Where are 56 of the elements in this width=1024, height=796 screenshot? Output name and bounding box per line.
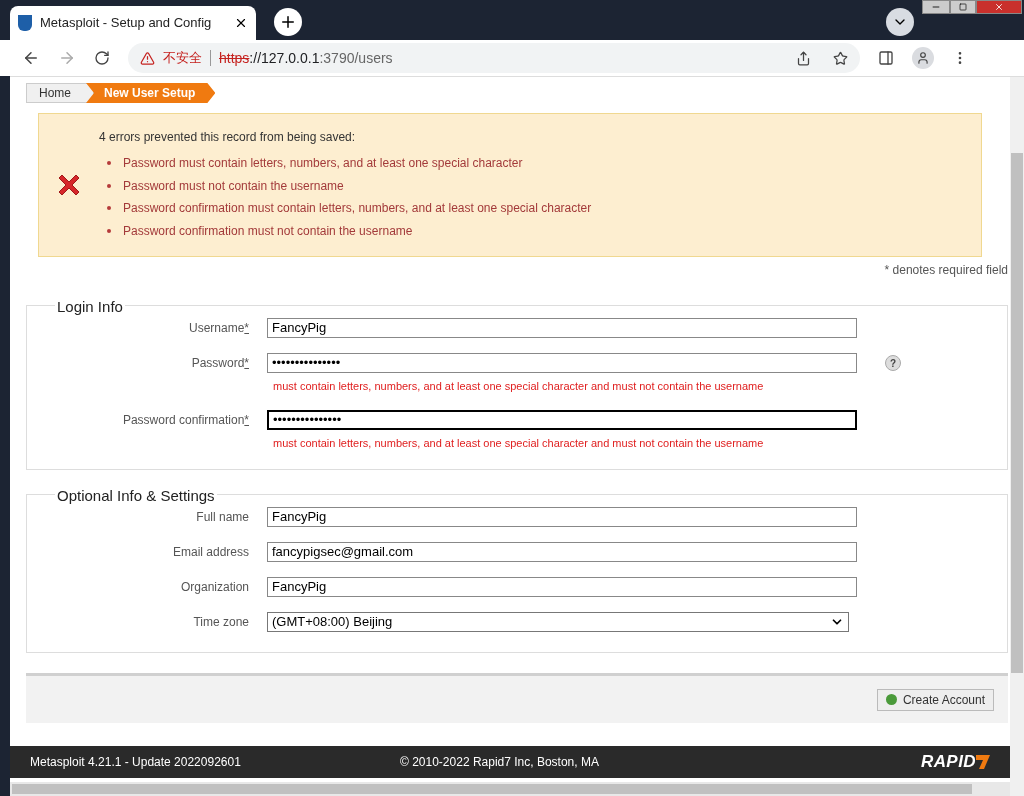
reload-icon[interactable] [94, 50, 110, 66]
field-label: Password* [191, 356, 249, 370]
vertical-scrollbar[interactable] [1010, 77, 1024, 796]
tab-list-button[interactable] [886, 8, 914, 36]
add-icon [885, 694, 897, 705]
security-warning: 不安全 [163, 49, 202, 68]
field-label: Organization [180, 580, 249, 594]
error-message: Password confirmation must not contain the username [123, 222, 413, 240]
url-text: https://127.0.0.1:3790/users [219, 48, 393, 68]
field-error: must contain letters, numbers, and at least one special character and must not contain the username [273, 435, 765, 451]
plus-icon [279, 13, 297, 31]
error-message: Password must contain letters, numbers, and at least one special character [123, 155, 523, 173]
field-label: Email address [172, 545, 249, 559]
close-icon[interactable] [234, 16, 248, 30]
warning-icon [140, 50, 155, 66]
input-field[interactable]: ••••••••••••••• [267, 409, 857, 430]
bullet-icon [107, 183, 111, 188]
address-bar[interactable]: 不安全 https://127.0.0.1:3790/users [128, 43, 860, 73]
maximize-icon [959, 3, 967, 11]
error-message: Password must not contain the username [123, 177, 344, 195]
field-error: must contain letters, numbers, and at least one special character and must not contain the username [273, 379, 765, 394]
error-message: Password confirmation must contain letters, numbers, and at least one special character [123, 200, 592, 218]
error-heading: 4 errors prevented this record from being saved: [99, 129, 357, 146]
minimize-button[interactable] [922, 0, 950, 14]
breadcrumb-item[interactable]: Home [26, 83, 94, 103]
profile-icon[interactable] [912, 47, 934, 69]
version-text: Metasploit 4.21.1 - Update 2022092601 [30, 754, 242, 771]
help-button[interactable]: ? [885, 355, 901, 371]
shield-logo-icon [18, 15, 32, 31]
back-icon[interactable] [22, 49, 40, 67]
browser-tab[interactable]: Metasploit - Setup and Config [10, 6, 256, 40]
field-label: Username* [188, 321, 249, 335]
horizontal-scrollbar[interactable] [10, 782, 1010, 796]
input-field[interactable]: fancypigsec@gmail.com [267, 542, 857, 562]
tab-title: Metasploit - Setup and Config [40, 14, 212, 33]
close-icon [994, 2, 1004, 12]
field-label: Full name [196, 510, 249, 524]
side-panel-icon[interactable] [878, 50, 894, 66]
input-field[interactable]: FancyPig [267, 318, 857, 338]
bookmark-star-icon[interactable] [833, 50, 848, 66]
bullet-icon [107, 206, 111, 211]
create-account-button[interactable]: Create Account [876, 688, 994, 711]
seven-mark-icon [976, 754, 990, 770]
copyright-text: © 2010-2022 Rapid7 Inc, Boston, MA [400, 754, 599, 771]
brand-logo: RAPID [920, 749, 990, 775]
field-label: Password confirmation* [122, 412, 249, 427]
time-zone-select[interactable]: (GMT+08:00) Beijing [267, 612, 849, 632]
input-field[interactable]: FancyPig [267, 577, 857, 597]
input-field[interactable]: FancyPig [267, 507, 857, 527]
bullet-icon [107, 161, 111, 166]
required-note: * denotes required field [884, 262, 1008, 279]
bullet-icon [107, 228, 111, 233]
input-field[interactable]: ••••••••••••••• [267, 353, 857, 373]
new-tab-button[interactable] [274, 8, 302, 36]
field-label: Time zone [193, 615, 249, 629]
share-icon[interactable] [796, 50, 811, 66]
